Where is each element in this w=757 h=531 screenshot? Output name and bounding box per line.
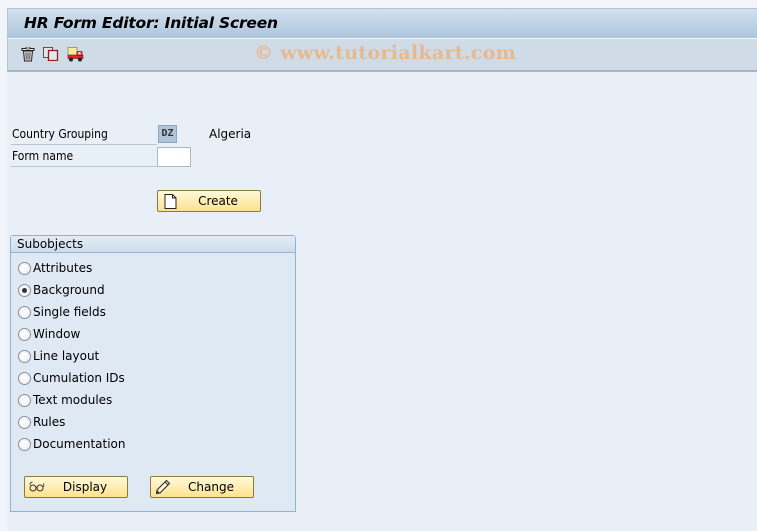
trash-icon	[21, 46, 35, 61]
truck-icon	[67, 46, 84, 61]
radio-button[interactable]	[18, 415, 31, 429]
display-button[interactable]: Display	[24, 476, 128, 498]
subobjects-groupbox: Subobjects Attributes Background Single …	[10, 235, 296, 512]
new-document-icon	[162, 193, 178, 209]
transport-button[interactable]	[66, 45, 86, 63]
radio-button[interactable]	[18, 305, 31, 319]
radio-background[interactable]: Background	[18, 281, 105, 299]
radio-single-fields[interactable]: Single fields	[18, 303, 106, 321]
subobjects-title: Subobjects	[11, 236, 295, 253]
radio-label: Text modules	[33, 393, 113, 407]
radio-label: Attributes	[33, 261, 93, 275]
country-description: Algeria	[209, 127, 252, 141]
title-bar: HR Form Editor: Initial Screen	[7, 8, 757, 39]
radio-attributes[interactable]: Attributes	[18, 259, 92, 277]
main-content: Country Grouping DZ Algeria Form name Cr…	[7, 74, 757, 531]
radio-button[interactable]	[18, 393, 31, 407]
window-left-edge	[0, 8, 7, 531]
radio-label: Single fields	[33, 305, 106, 319]
copy-button[interactable]	[41, 45, 61, 63]
radio-label: Line layout	[33, 349, 100, 363]
radio-button[interactable]	[18, 437, 31, 451]
application-toolbar: © www.tutorialkart.com	[7, 39, 757, 72]
delete-button[interactable]	[18, 45, 38, 63]
radio-documentation[interactable]: Documentation	[18, 435, 126, 453]
radio-text-modules[interactable]: Text modules	[18, 391, 112, 409]
page-title: HR Form Editor: Initial Screen	[24, 14, 278, 32]
radio-label: Documentation	[33, 437, 126, 451]
country-grouping-label: Country Grouping	[11, 125, 157, 145]
copy-icon	[43, 47, 59, 61]
create-button[interactable]: Create	[157, 190, 261, 212]
window-top-strip	[0, 0, 757, 8]
radio-window[interactable]: Window	[18, 325, 80, 343]
radio-button[interactable]	[18, 327, 31, 341]
form-name-input[interactable]	[157, 147, 191, 167]
watermark-text: © www.tutorialkart.com	[254, 42, 517, 64]
glasses-icon	[29, 479, 45, 495]
radio-label: Background	[33, 283, 105, 297]
radio-button[interactable]	[18, 371, 31, 385]
radio-button[interactable]	[18, 261, 31, 275]
radio-label: Window	[33, 327, 81, 341]
pencil-icon	[155, 479, 171, 495]
radio-label: Rules	[33, 415, 66, 429]
sap-window: HR Form Editor: Initial Screen © www.tut…	[0, 0, 757, 531]
radio-button-selected[interactable]	[18, 283, 31, 297]
radio-label: Cumulation IDs	[33, 371, 125, 385]
country-grouping-field[interactable]: DZ	[158, 125, 177, 143]
radio-line-layout[interactable]: Line layout	[18, 347, 99, 365]
radio-cumulation-ids[interactable]: Cumulation IDs	[18, 369, 125, 387]
radio-button[interactable]	[18, 349, 31, 363]
form-name-label: Form name	[11, 147, 157, 167]
radio-rules[interactable]: Rules	[18, 413, 65, 431]
change-button[interactable]: Change	[150, 476, 254, 498]
